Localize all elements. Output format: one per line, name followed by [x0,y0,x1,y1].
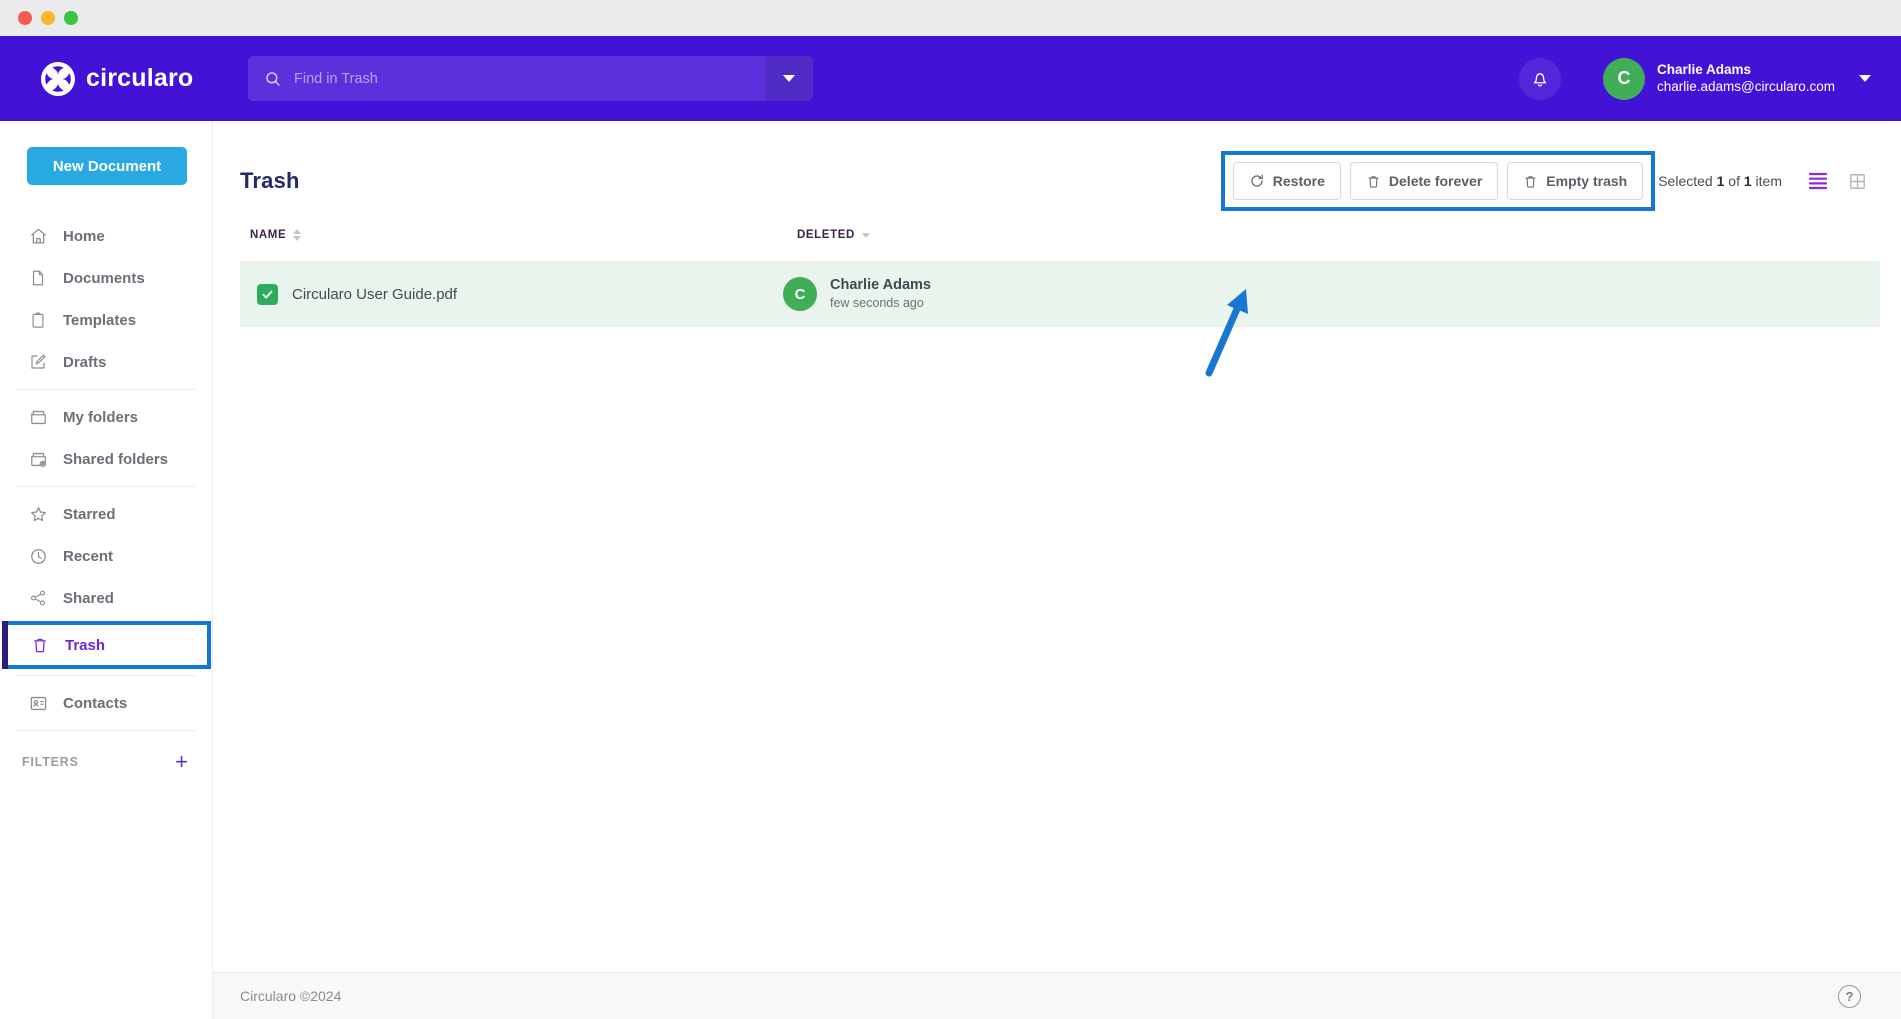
trash-annotation-box: Trash [2,621,211,669]
sort-down-icon [862,233,870,238]
user-email: charlie.adams@circularo.com [1657,79,1835,96]
add-filter-button[interactable]: + [175,751,188,773]
filters-label: FILTERS [22,755,79,769]
toolbar-annotation-box: Restore Delete forever Empty trash [1221,151,1655,211]
footer: Circularo ©2024 ? [213,972,1901,1019]
sidebar-item-contacts[interactable]: Contacts [0,682,212,724]
chevron-down-icon [783,75,795,82]
brand-logo[interactable]: circularo [40,61,245,97]
restore-button[interactable]: Restore [1233,162,1341,200]
sidebar-divider [16,486,196,487]
column-header-name[interactable]: NAME [250,229,797,241]
trash-icon [30,636,50,654]
restore-label: Restore [1273,173,1325,189]
list-view-button[interactable] [1808,172,1828,190]
deleted-by-name: Charlie Adams [830,276,931,295]
sidebar-item-label: Shared folders [63,451,168,468]
sort-both-icon [293,229,301,241]
empty-trash-label: Empty trash [1546,173,1627,189]
folder-icon [28,408,48,427]
search-bar [248,56,813,101]
share-icon [28,589,48,607]
sidebar-divider [16,675,196,676]
sidebar-item-documents[interactable]: Documents [0,257,212,299]
bell-icon [1530,69,1550,89]
main-content: Trash Restore Delete forever [213,121,1901,1019]
sidebar: New Document Home Documents Templates Dr… [0,121,213,1019]
column-header-deleted[interactable]: DELETED [797,229,1901,241]
app-header: circularo C Charlie Adams charlie.adams@… [0,36,1901,121]
page-toolbar: Trash Restore Delete forever [213,121,1901,211]
empty-trash-button[interactable]: Empty trash [1507,162,1643,200]
sidebar-item-label: Drafts [63,354,106,371]
template-icon [28,311,48,329]
zoom-window-button[interactable] [64,11,78,25]
document-icon [28,269,48,287]
user-name: Charlie Adams [1657,62,1835,79]
deleted-time: few seconds ago [830,295,931,311]
sidebar-item-trash[interactable]: Trash [6,625,207,665]
search-input[interactable] [294,71,765,87]
sidebar-item-shared[interactable]: Shared [0,577,212,619]
file-name: Circularo User Guide.pdf [292,286,457,303]
check-icon [261,288,274,301]
minimize-window-button[interactable] [41,11,55,25]
sidebar-item-drafts[interactable]: Drafts [0,341,212,383]
selection-summary: Selected 1 of 1 item [1658,173,1782,189]
delete-forever-label: Delete forever [1389,173,1482,189]
sidebar-item-label: Contacts [63,695,127,712]
contacts-icon [28,694,48,713]
deleted-by-avatar: C [783,277,817,311]
filters-section: FILTERS + [0,737,212,773]
chevron-down-icon [1859,75,1871,82]
sidebar-item-label: Home [63,228,105,245]
list-view-icon [1808,172,1828,190]
window-title-bar [0,0,1901,36]
home-icon [28,227,48,246]
notifications-button[interactable] [1519,58,1561,100]
active-item-indicator [2,621,8,669]
circularo-logo-icon [40,61,76,97]
sidebar-item-label: Recent [63,548,113,565]
table-header: NAME DELETED [213,211,1901,255]
sidebar-item-my-folders[interactable]: My folders [0,396,212,438]
sidebar-divider [16,389,196,390]
grid-view-icon [1848,172,1867,191]
sidebar-item-label: Templates [63,312,136,329]
sidebar-item-label: Trash [65,637,105,654]
brand-name: circularo [86,64,193,93]
trash-table: NAME DELETED Circularo User Guide.pdf C [213,211,1901,972]
sidebar-item-templates[interactable]: Templates [0,299,212,341]
sidebar-item-starred[interactable]: Starred [0,493,212,535]
sidebar-item-label: My folders [63,409,138,426]
draft-icon [28,353,48,371]
copyright-text: Circularo ©2024 [240,988,341,1004]
user-menu[interactable]: C Charlie Adams charlie.adams@circularo.… [1603,58,1871,100]
grid-view-button[interactable] [1848,172,1867,191]
trash-icon [1523,174,1538,189]
help-button[interactable]: ? [1838,985,1861,1008]
search-icon [264,70,282,88]
user-avatar: C [1603,58,1645,100]
sidebar-divider [16,730,196,731]
restore-icon [1249,173,1265,189]
close-window-button[interactable] [18,11,32,25]
sidebar-item-label: Shared [63,590,114,607]
page-title: Trash [240,168,300,194]
trash-icon [1366,174,1381,189]
sidebar-item-recent[interactable]: Recent [0,535,212,577]
new-document-button[interactable]: New Document [27,147,187,185]
sidebar-item-label: Starred [63,506,116,523]
search-scope-dropdown[interactable] [765,56,813,101]
clock-icon [28,547,48,566]
window-controls [18,11,78,25]
sidebar-item-home[interactable]: Home [0,215,212,257]
sidebar-item-label: Documents [63,270,145,287]
shared-folder-icon [28,450,48,469]
star-icon [28,505,48,524]
table-row[interactable]: Circularo User Guide.pdf C Charlie Adams… [240,261,1880,327]
row-checkbox[interactable] [257,284,278,305]
delete-forever-button[interactable]: Delete forever [1350,162,1498,200]
sidebar-item-shared-folders[interactable]: Shared folders [0,438,212,480]
